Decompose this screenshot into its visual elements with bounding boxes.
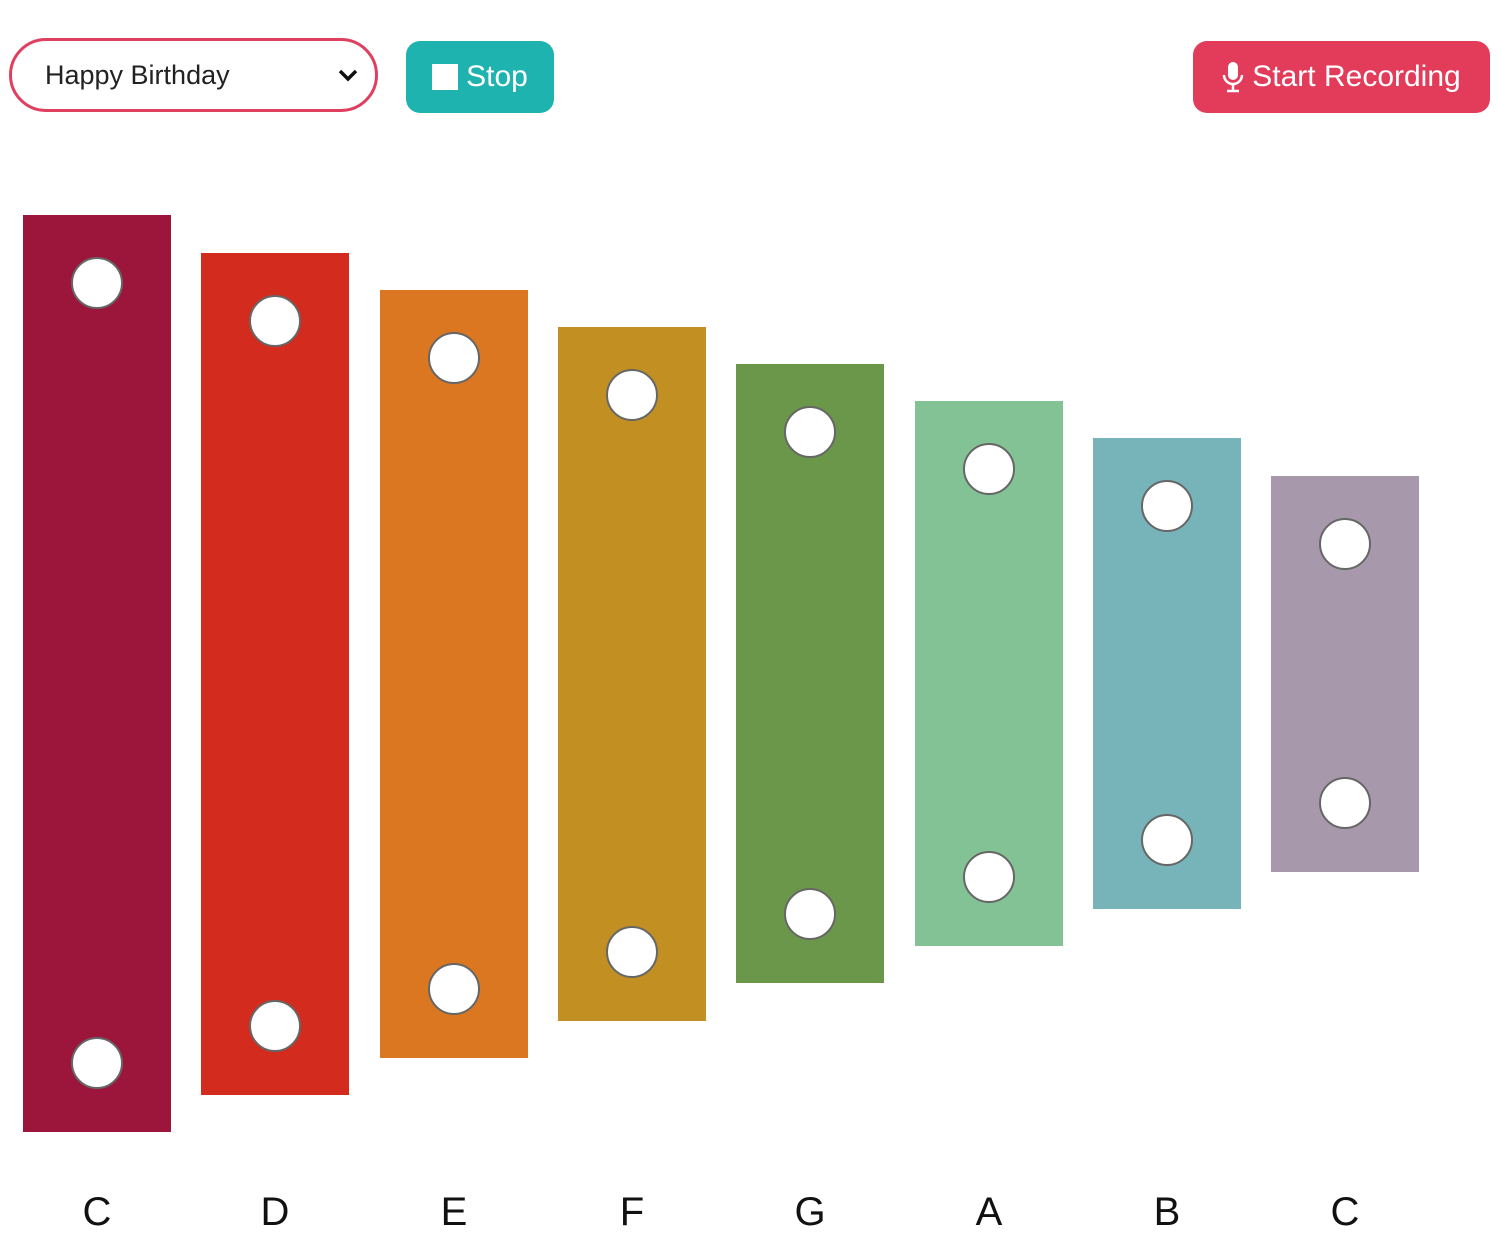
start-recording-label: Start Recording xyxy=(1252,60,1461,93)
peg-top xyxy=(784,406,836,458)
peg-bottom xyxy=(963,851,1015,903)
start-recording-button[interactable]: Start Recording xyxy=(1193,41,1490,113)
peg-top xyxy=(249,295,301,347)
note-label: C xyxy=(82,1190,112,1234)
note-label: F xyxy=(619,1190,645,1234)
note-label: D xyxy=(260,1190,290,1234)
song-select[interactable]: Happy Birthday xyxy=(9,38,378,112)
stop-button[interactable]: Stop xyxy=(406,41,554,113)
peg-top xyxy=(963,443,1015,495)
peg-bottom xyxy=(1319,777,1371,829)
peg-bottom xyxy=(784,888,836,940)
peg-bottom xyxy=(71,1037,123,1089)
xylophone-bar-b[interactable] xyxy=(1093,438,1241,909)
chevron-down-icon xyxy=(338,69,358,82)
xylophone-bar-g[interactable] xyxy=(736,364,884,983)
peg-top xyxy=(1141,480,1193,532)
peg-bottom xyxy=(606,926,658,978)
xylophone-bar-c-high[interactable] xyxy=(1271,476,1419,872)
stop-button-label: Stop xyxy=(466,60,528,93)
xylophone-bar-d[interactable] xyxy=(201,253,349,1095)
peg-top xyxy=(1319,518,1371,570)
stop-square-icon xyxy=(432,64,459,90)
song-select-value: Happy Birthday xyxy=(45,59,230,90)
note-label: A xyxy=(975,1190,1003,1234)
note-label: E xyxy=(440,1190,468,1234)
xylophone-bar-a[interactable] xyxy=(915,401,1063,946)
peg-bottom xyxy=(249,1000,301,1052)
note-label: G xyxy=(794,1190,826,1234)
microphone-icon xyxy=(1223,62,1244,93)
peg-bottom xyxy=(428,963,480,1015)
peg-bottom xyxy=(1141,814,1193,866)
peg-top xyxy=(428,332,480,384)
peg-top xyxy=(71,257,123,309)
xylophone-bar-e[interactable] xyxy=(380,290,528,1058)
note-label: B xyxy=(1153,1190,1181,1234)
xylophone-bar-c[interactable] xyxy=(23,215,171,1132)
xylophone-bar-f[interactable] xyxy=(558,327,706,1021)
note-label: C xyxy=(1330,1190,1360,1234)
peg-top xyxy=(606,369,658,421)
